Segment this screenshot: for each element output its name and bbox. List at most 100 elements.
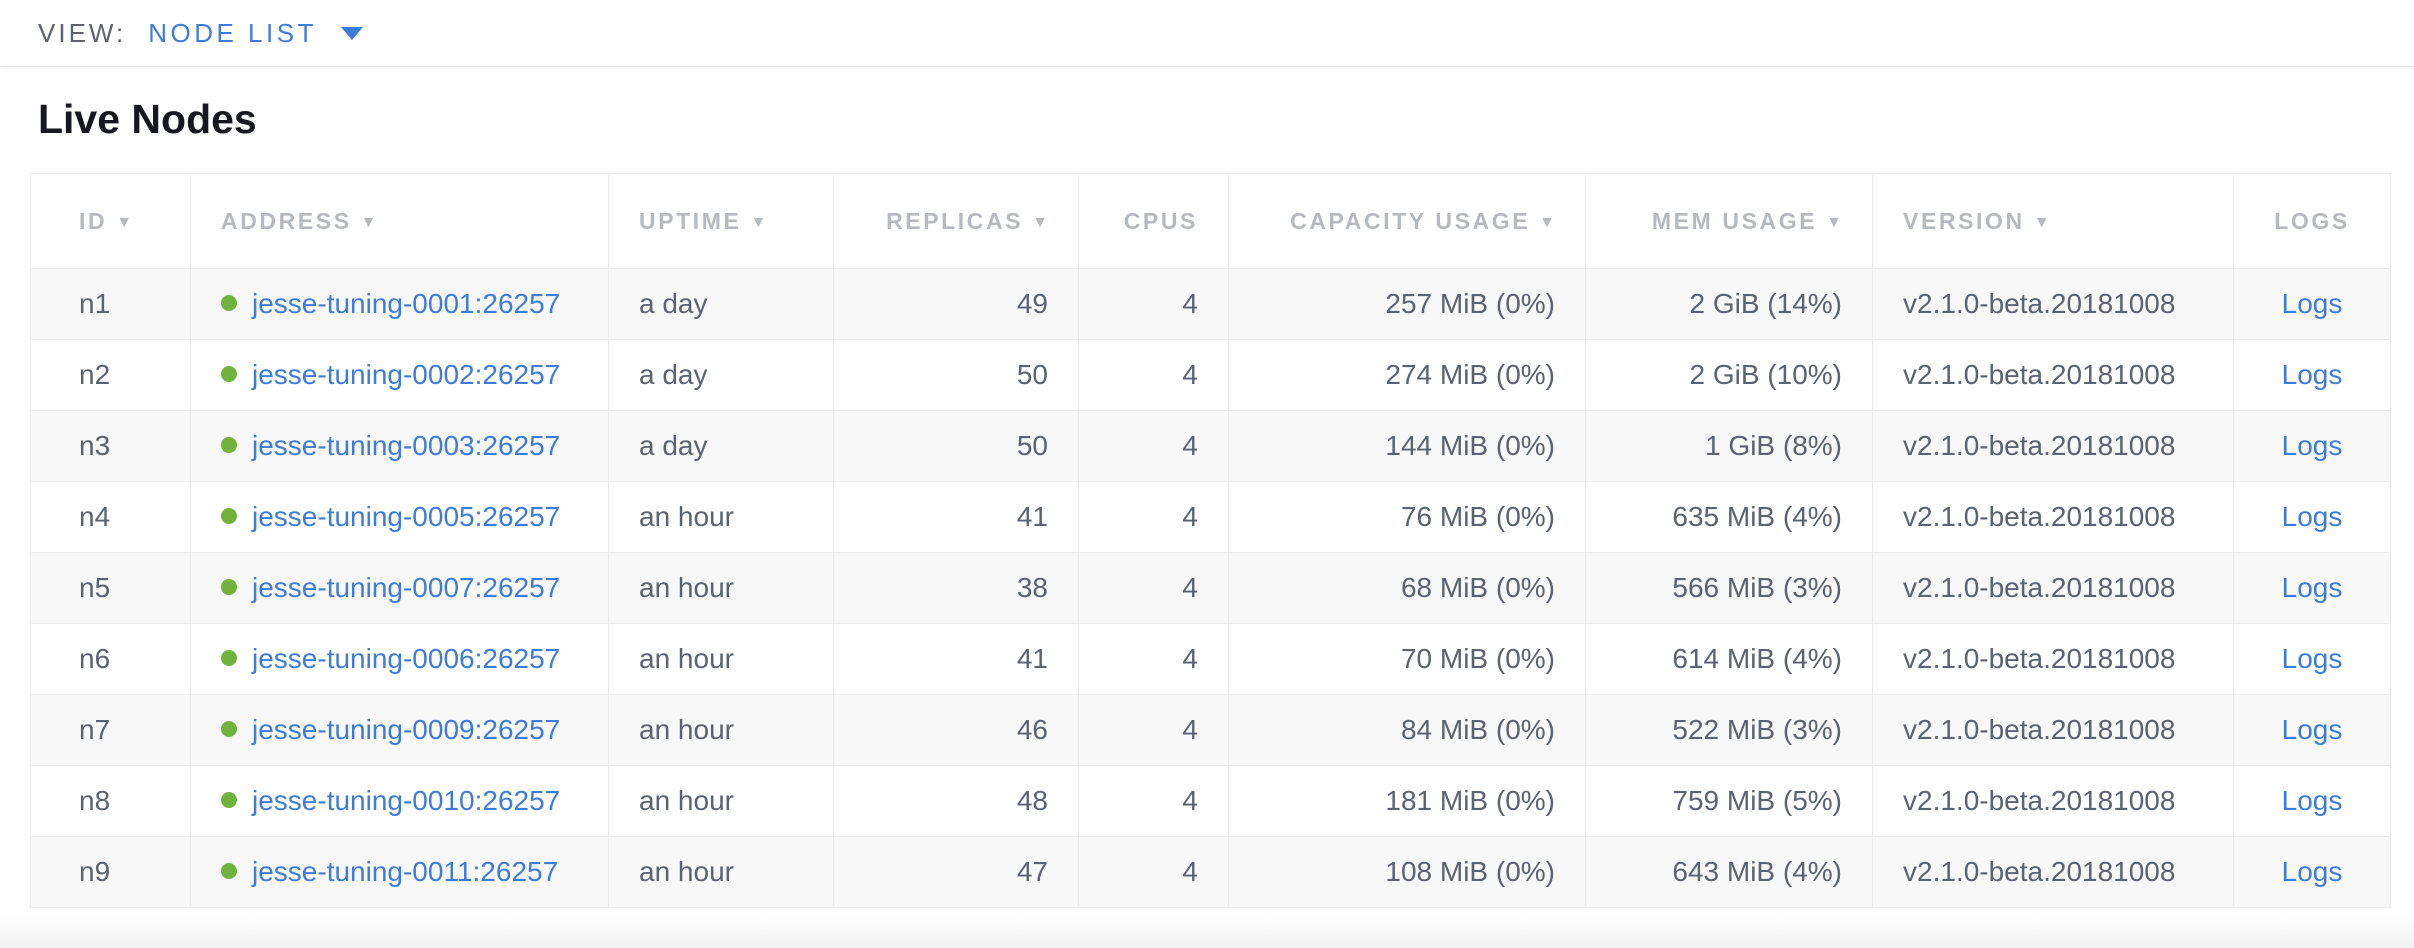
column-header-label: ADDRESS: [221, 208, 352, 234]
cell-id: n1: [31, 269, 191, 340]
node-status-icon: [221, 792, 237, 808]
logs-link[interactable]: Logs: [2282, 572, 2343, 603]
column-header-mem_usage[interactable]: MEM USAGE ▼: [1586, 174, 1873, 269]
cell-address: jesse-tuning-0006:26257: [191, 624, 609, 695]
table-row: n7jesse-tuning-0009:26257an hour46484 Mi…: [31, 695, 2391, 766]
sort-arrow-icon: ▼: [1826, 214, 1842, 231]
column-header-label: VERSION: [1903, 208, 2025, 234]
view-dropdown-value[interactable]: NODE LIST: [148, 18, 317, 49]
column-header-label: LOGS: [2274, 208, 2350, 234]
cell-capacity_usage: 84 MiB (0%): [1229, 695, 1586, 766]
logs-link[interactable]: Logs: [2282, 359, 2343, 390]
node-status-icon: [221, 437, 237, 453]
cell-capacity_usage: 108 MiB (0%): [1229, 837, 1586, 908]
logs-link[interactable]: Logs: [2282, 643, 2343, 674]
column-header-id[interactable]: ID▼: [31, 174, 191, 269]
sort-arrow-icon: ▼: [361, 214, 377, 231]
logs-link[interactable]: Logs: [2282, 856, 2343, 887]
cell-uptime: an hour: [609, 695, 834, 766]
page-title: Live Nodes: [38, 95, 2414, 143]
cell-address: jesse-tuning-0009:26257: [191, 695, 609, 766]
cell-replicas: 50: [834, 340, 1079, 411]
cell-uptime: a day: [609, 411, 834, 482]
cell-mem_usage: 759 MiB (5%): [1586, 766, 1873, 837]
cell-mem_usage: 635 MiB (4%): [1586, 482, 1873, 553]
column-header-logs: LOGS: [2234, 174, 2391, 269]
cell-uptime: an hour: [609, 553, 834, 624]
node-status-icon: [221, 863, 237, 879]
view-bar: VIEW: NODE LIST: [0, 0, 2414, 67]
sort-arrow-icon: ▼: [1032, 214, 1048, 231]
column-header-address[interactable]: ADDRESS ▼: [191, 174, 609, 269]
address-link[interactable]: jesse-tuning-0001:26257: [252, 288, 560, 319]
cell-version: v2.1.0-beta.20181008: [1873, 482, 2234, 553]
cell-address: jesse-tuning-0007:26257: [191, 553, 609, 624]
address-link[interactable]: jesse-tuning-0002:26257: [252, 359, 560, 390]
cell-version: v2.1.0-beta.20181008: [1873, 340, 2234, 411]
node-status-icon: [221, 508, 237, 524]
table-row: n8jesse-tuning-0010:26257an hour484181 M…: [31, 766, 2391, 837]
address-link[interactable]: jesse-tuning-0010:26257: [252, 785, 560, 816]
cell-id: n8: [31, 766, 191, 837]
sort-arrow-icon: ▼: [1539, 214, 1555, 231]
cell-address: jesse-tuning-0011:26257: [191, 837, 609, 908]
view-dropdown[interactable]: NODE LIST: [148, 18, 363, 49]
logs-link[interactable]: Logs: [2282, 501, 2343, 532]
cell-capacity_usage: 181 MiB (0%): [1229, 766, 1586, 837]
cell-replicas: 41: [834, 624, 1079, 695]
sort-arrow-icon: ▼: [116, 214, 132, 231]
address-link[interactable]: jesse-tuning-0011:26257: [252, 856, 558, 887]
table-row: n9jesse-tuning-0011:26257an hour474108 M…: [31, 837, 2391, 908]
cell-mem_usage: 522 MiB (3%): [1586, 695, 1873, 766]
column-header-version[interactable]: VERSION▼: [1873, 174, 2234, 269]
live-nodes-table: ID▼ADDRESS▼UPTIME▼REPLICAS▼CPUSCAPACITY …: [30, 173, 2391, 908]
cell-address: jesse-tuning-0002:26257: [191, 340, 609, 411]
logs-link[interactable]: Logs: [2282, 785, 2343, 816]
column-header-replicas[interactable]: REPLICAS ▼: [834, 174, 1079, 269]
cell-capacity_usage: 68 MiB (0%): [1229, 553, 1586, 624]
cell-mem_usage: 2 GiB (14%): [1586, 269, 1873, 340]
cell-logs: Logs: [2234, 837, 2391, 908]
column-header-uptime[interactable]: UPTIME▼: [609, 174, 834, 269]
cell-mem_usage: 643 MiB (4%): [1586, 837, 1873, 908]
cell-id: n6: [31, 624, 191, 695]
logs-link[interactable]: Logs: [2282, 430, 2343, 461]
cell-capacity_usage: 70 MiB (0%): [1229, 624, 1586, 695]
column-header-label: MEM USAGE: [1652, 208, 1817, 234]
cell-address: jesse-tuning-0010:26257: [191, 766, 609, 837]
column-header-label: CAPACITY USAGE: [1290, 208, 1530, 234]
logs-link[interactable]: Logs: [2282, 714, 2343, 745]
address-link[interactable]: jesse-tuning-0003:26257: [252, 430, 560, 461]
cell-replicas: 48: [834, 766, 1079, 837]
column-header-capacity_usage[interactable]: CAPACITY USAGE ▼: [1229, 174, 1586, 269]
table-row: n6jesse-tuning-0006:26257an hour41470 Mi…: [31, 624, 2391, 695]
cell-cpus: 4: [1079, 553, 1229, 624]
column-header-label: REPLICAS: [886, 208, 1023, 234]
cell-uptime: a day: [609, 269, 834, 340]
sort-arrow-icon: ▼: [751, 214, 767, 231]
address-link[interactable]: jesse-tuning-0007:26257: [252, 572, 560, 603]
table-row: n1jesse-tuning-0001:26257a day494257 MiB…: [31, 269, 2391, 340]
address-link[interactable]: jesse-tuning-0009:26257: [252, 714, 560, 745]
address-link[interactable]: jesse-tuning-0005:26257: [252, 501, 560, 532]
cell-cpus: 4: [1079, 269, 1229, 340]
cell-logs: Logs: [2234, 269, 2391, 340]
node-status-icon: [221, 650, 237, 666]
logs-link[interactable]: Logs: [2282, 288, 2343, 319]
cell-version: v2.1.0-beta.20181008: [1873, 269, 2234, 340]
cell-capacity_usage: 76 MiB (0%): [1229, 482, 1586, 553]
cell-id: n4: [31, 482, 191, 553]
cell-replicas: 49: [834, 269, 1079, 340]
cell-uptime: an hour: [609, 766, 834, 837]
cell-logs: Logs: [2234, 624, 2391, 695]
cell-version: v2.1.0-beta.20181008: [1873, 624, 2234, 695]
cell-version: v2.1.0-beta.20181008: [1873, 411, 2234, 482]
cell-id: n3: [31, 411, 191, 482]
cell-logs: Logs: [2234, 766, 2391, 837]
view-label: VIEW:: [38, 18, 126, 49]
cell-id: n5: [31, 553, 191, 624]
cell-id: n7: [31, 695, 191, 766]
address-link[interactable]: jesse-tuning-0006:26257: [252, 643, 560, 674]
cell-capacity_usage: 144 MiB (0%): [1229, 411, 1586, 482]
node-status-icon: [221, 579, 237, 595]
